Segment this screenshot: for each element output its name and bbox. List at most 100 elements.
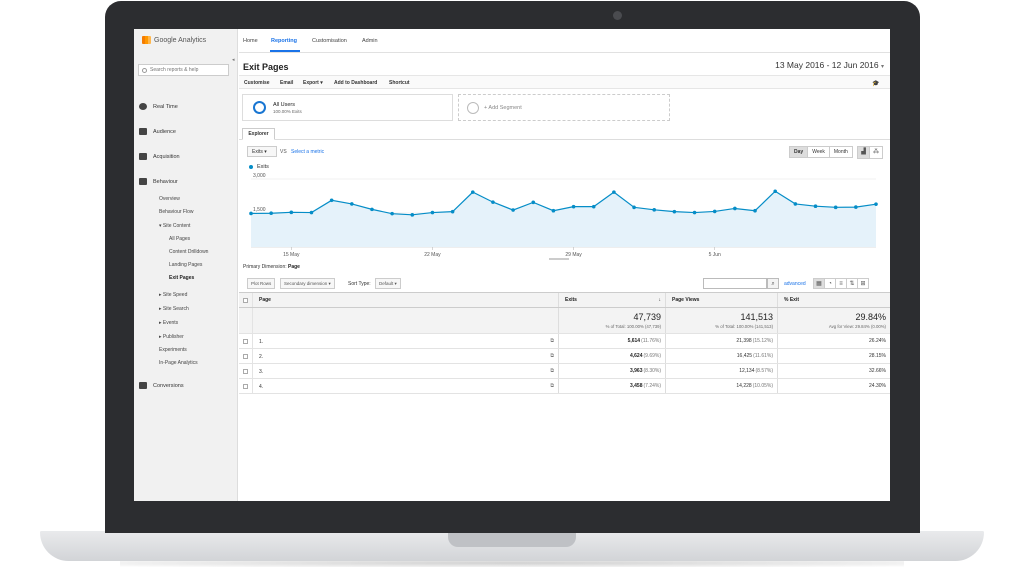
date-range-picker[interactable]: 13 May 2016 - 12 Jun 2016 ▾ <box>775 60 884 70</box>
row-page[interactable]: 3. ⧉ <box>253 364 559 378</box>
segment-all-users[interactable]: All Users 100.00% Exits <box>242 94 453 121</box>
sidebar-item-audience[interactable]: Audience <box>139 128 176 135</box>
tab-home[interactable]: Home <box>243 38 258 44</box>
sidebar-item-site-speed[interactable]: ▸ Site Speed <box>159 292 187 298</box>
row-pct: 32.66% <box>869 368 886 374</box>
sidebar-search[interactable] <box>138 64 229 76</box>
tab-reporting[interactable]: Reporting <box>271 38 297 44</box>
x-tick-label: 5 Jun <box>709 252 721 258</box>
sidebar-item-experiments[interactable]: Experiments <box>159 347 187 353</box>
row-checkbox[interactable] <box>243 369 248 374</box>
row-page[interactable]: 2. ⧉ <box>253 349 559 363</box>
secondary-dimension-dropdown[interactable]: Secondary dimension ▾ <box>280 278 335 289</box>
period-week-button[interactable]: Week <box>808 147 830 157</box>
ga-logo[interactable]: Google Analytics <box>142 36 206 44</box>
views-pct: (15.12%) <box>752 338 773 344</box>
row-checkbox-cell <box>239 334 253 348</box>
sidebar-item-content-drilldown[interactable]: Content Drilldown <box>169 249 208 255</box>
motion-chart-icon[interactable]: ⁂ <box>870 147 882 158</box>
metric-dropdown[interactable]: Exits ▾ <box>247 146 277 157</box>
sidebar-item-behaviour[interactable]: Behaviour <box>139 178 178 185</box>
sidebar-item-exit-pages[interactable]: Exit Pages <box>169 275 194 281</box>
header-exits[interactable]: Exits ↓ <box>559 293 666 307</box>
row-exits: 3,963(8.30%) <box>559 364 666 378</box>
report-actions: Customise Email Export ▾ Add to Dashboar… <box>239 75 890 89</box>
external-link-icon[interactable]: ⧉ <box>550 353 554 359</box>
tab-explorer[interactable]: Explorer <box>242 128 275 140</box>
pivot-view-icon[interactable]: ⊞ <box>857 278 869 289</box>
exits-value: 5,614 <box>627 338 641 344</box>
add-segment-button[interactable]: + Add Segment <box>458 94 670 121</box>
sidebar-item-site-search[interactable]: ▸ Site Search <box>159 306 189 312</box>
external-link-icon[interactable]: ⧉ <box>550 338 554 344</box>
laptop-mockup: Google Analytics ◂ Real Time Audience Ac… <box>0 0 1024 571</box>
graduation-cap-icon[interactable]: 🎓 <box>872 80 879 87</box>
sidebar-label: Acquisition <box>153 153 180 160</box>
exits-point <box>833 205 838 210</box>
exits-point <box>350 202 354 206</box>
chevron-down-icon: ▾ <box>880 64 884 70</box>
sidebar-item-in-page-analytics[interactable]: In-Page Analytics <box>159 360 198 366</box>
add-to-dashboard-button[interactable]: Add to Dashboard <box>334 80 377 86</box>
collapse-arrow-icon[interactable]: ◂ <box>232 57 235 63</box>
totals-exits-value: 47,739 <box>633 312 661 322</box>
sidebar-item-landing-pages[interactable]: Landing Pages <box>169 262 202 268</box>
line-chart-icon[interactable]: ▟ <box>858 147 870 158</box>
exits-point <box>450 209 455 214</box>
external-link-icon[interactable]: ⧉ <box>550 368 554 374</box>
exits-point <box>571 204 576 209</box>
header-page[interactable]: Page <box>253 293 559 307</box>
tab-customisation[interactable]: Customisation <box>312 38 347 44</box>
row-page[interactable]: 1. ⧉ <box>253 334 559 348</box>
row-views: 21,398(15.12%) <box>666 334 778 348</box>
sidebar-item-publisher[interactable]: ▸ Publisher <box>159 334 184 340</box>
sidebar-item-behaviour-flow[interactable]: Behaviour Flow <box>159 209 193 215</box>
sidebar-item-conversions[interactable]: Conversions <box>139 382 184 389</box>
row-page[interactable]: 4. ⧉ <box>253 379 559 393</box>
header-pct-exit[interactable]: % Exit <box>778 293 890 307</box>
period-day-button[interactable]: Day <box>790 147 809 157</box>
row-checkbox[interactable] <box>243 354 248 359</box>
views-value: 12,134 <box>739 368 755 374</box>
views-value: 21,398 <box>736 338 752 344</box>
sidebar-label: Behaviour <box>153 178 178 185</box>
select-all-checkbox[interactable] <box>243 298 248 303</box>
sort-type-dropdown[interactable]: Default ▾ <box>375 278 401 289</box>
external-link-icon[interactable]: ⧉ <box>550 383 554 389</box>
customise-button[interactable]: Customise <box>244 80 270 86</box>
primary-dimension-value[interactable]: Page <box>288 264 300 270</box>
shortcut-button[interactable]: Shortcut <box>389 80 410 86</box>
chart-legend: Exits <box>249 164 269 170</box>
select-metric-link[interactable]: Select a metric <box>291 149 324 155</box>
totals-page-blank <box>253 308 559 333</box>
sidebar-item-real-time[interactable]: Real Time <box>139 103 178 110</box>
sidebar-label: Real Time <box>153 103 178 110</box>
sidebar-item-acquisition[interactable]: Acquisition <box>139 153 180 160</box>
email-button[interactable]: Email <box>280 80 293 86</box>
sidebar-item-all-pages[interactable]: All Pages <box>169 236 190 242</box>
row-checkbox[interactable] <box>243 339 248 344</box>
row-views: 14,228(10.05%) <box>666 379 778 393</box>
exits-point <box>329 198 334 203</box>
vs-label: VS <box>280 149 287 155</box>
exits-point <box>289 210 294 215</box>
advanced-filter-link[interactable]: advanced <box>784 281 806 287</box>
table-search-input[interactable] <box>703 278 767 289</box>
table-view-selector: ▦ ◔ ≡ ⇅ ⊞ <box>813 278 869 289</box>
views-pct: (8.57%) <box>755 368 773 374</box>
export-button[interactable]: Export ▾ <box>303 80 323 86</box>
sidebar-item-site-content[interactable]: ▾ Site Content <box>159 223 190 229</box>
sidebar-item-events[interactable]: ▸ Events <box>159 320 178 326</box>
plot-rows-button[interactable]: Plot Rows <box>247 278 276 289</box>
tab-admin[interactable]: Admin <box>362 38 378 44</box>
period-month-button[interactable]: Month <box>829 147 852 157</box>
totals-blank <box>239 308 253 333</box>
search-input[interactable] <box>150 67 225 73</box>
views-pct: (11.61%) <box>753 353 773 359</box>
row-checkbox[interactable] <box>243 384 248 389</box>
search-icon <box>142 67 147 73</box>
header-page-views[interactable]: Page Views <box>666 293 778 307</box>
exits-value: 3,458 <box>629 383 643 389</box>
search-icon[interactable]: ⌕ <box>767 278 779 289</box>
sidebar-item-overview[interactable]: Overview <box>159 196 180 202</box>
